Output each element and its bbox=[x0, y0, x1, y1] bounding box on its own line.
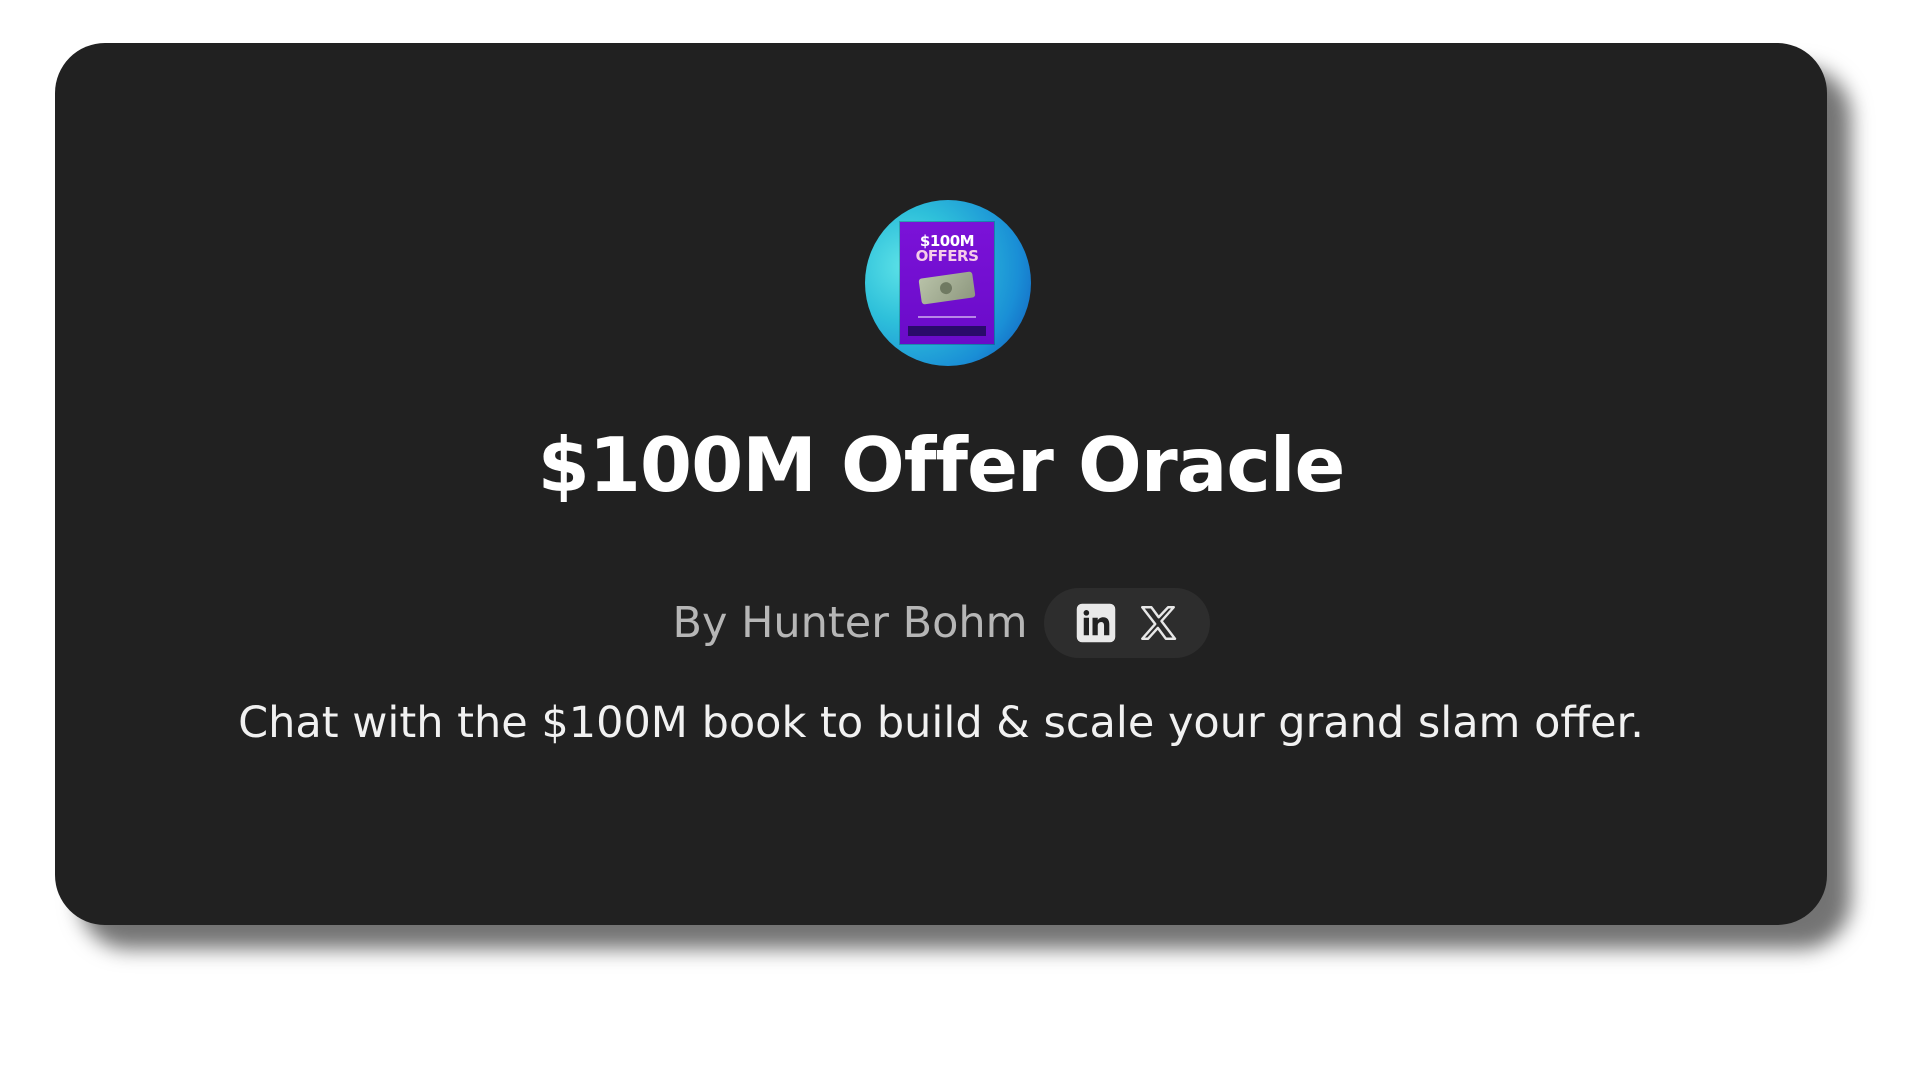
money-graphic bbox=[918, 271, 976, 305]
book-cover-title: $100M OFFERS bbox=[900, 234, 994, 264]
book-cover-image: $100M OFFERS bbox=[900, 222, 994, 344]
linkedin-icon[interactable] bbox=[1074, 601, 1118, 645]
gpt-avatar: $100M OFFERS bbox=[865, 200, 1031, 366]
book-cover-author-line bbox=[918, 316, 976, 318]
gpt-card: $100M OFFERS $100M Offer Oracle By Hunte… bbox=[55, 43, 1827, 925]
author-byline: By Hunter Bohm bbox=[672, 598, 1028, 648]
book-cover-footer bbox=[908, 326, 986, 336]
byline-row: By Hunter Bohm bbox=[55, 588, 1827, 658]
x-icon[interactable] bbox=[1136, 601, 1180, 645]
social-links bbox=[1043, 588, 1210, 658]
gpt-description: Chat with the $100M book to build & scal… bbox=[238, 698, 1644, 748]
book-cover-line-2: OFFERS bbox=[915, 247, 979, 265]
gpt-title: $100M Offer Oracle bbox=[537, 421, 1346, 509]
gpt-card-content: $100M OFFERS $100M Offer Oracle By Hunte… bbox=[55, 43, 1827, 925]
